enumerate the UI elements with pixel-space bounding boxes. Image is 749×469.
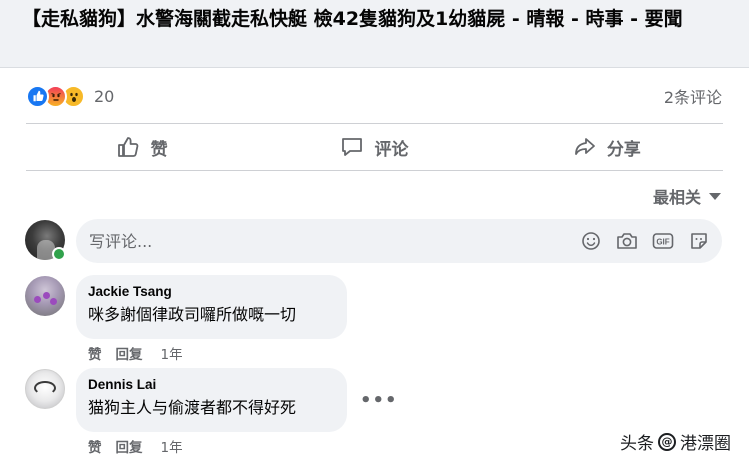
link-title[interactable]: 【走私貓狗】水警海關截走私快艇 檢42隻貓狗及1幼貓屍 - 晴報 - 時事 - … <box>22 6 727 33</box>
comment-text: 咪多謝個律政司囉所做嘅一切 <box>88 305 297 324</box>
online-status-indicator <box>52 247 66 261</box>
comment-composer[interactable]: GIF <box>76 219 722 263</box>
comment-timestamp[interactable]: 1年 <box>161 343 183 363</box>
share-button-label: 分享 <box>606 139 641 160</box>
comment-text: 猫狗主人与偷渡者都不得好死 <box>88 398 297 417</box>
comment-input[interactable] <box>89 231 580 251</box>
comment-reply-button[interactable]: 回复 <box>116 436 143 456</box>
composer-toolbar: GIF <box>580 230 710 252</box>
like-button-label: 赞 <box>150 139 168 160</box>
link-preview-card[interactable]: 【走私貓狗】水警海關截走私快艇 檢42隻貓狗及1幼貓屍 - 晴報 - 時事 - … <box>0 0 749 68</box>
sort-label: 最相关 <box>652 188 701 207</box>
flower-decoration <box>43 292 50 299</box>
gif-icon[interactable]: GIF <box>652 230 674 252</box>
commenter-avatar[interactable] <box>25 276 65 316</box>
watermark-handle: 港漂圈 <box>680 434 731 454</box>
comment-meta: 赞 回复 1年 <box>88 436 183 456</box>
comment-author[interactable]: Dennis Lai <box>88 376 335 394</box>
commenter-avatar[interactable] <box>25 369 65 409</box>
reaction-summary[interactable]: 20 <box>26 82 114 110</box>
share-arrow-icon <box>574 138 595 155</box>
source-watermark: 头条 @ 港漂圈 <box>620 429 731 454</box>
comment-like-button[interactable]: 赞 <box>88 436 102 456</box>
emoji-icon[interactable] <box>580 230 602 252</box>
comment-like-button[interactable]: 赞 <box>88 343 102 363</box>
share-button[interactable]: 分享 <box>491 124 723 170</box>
caret-down-icon <box>709 192 721 200</box>
post-action-bar: 赞 评论 分享 <box>26 124 723 170</box>
comment-author[interactable]: Jackie Tsang <box>88 283 335 301</box>
sticker-icon[interactable] <box>688 230 710 252</box>
comment-count-link[interactable]: 2条评论 <box>664 84 722 108</box>
at-icon: @ <box>658 432 676 451</box>
comment-meta: 赞 回复 1年 <box>88 343 183 363</box>
thumbs-up-icon <box>117 137 138 157</box>
reaction-count[interactable]: 20 <box>94 87 114 106</box>
like-reaction-icon <box>26 84 49 108</box>
more-options-icon[interactable]: ••• <box>360 390 398 411</box>
comment-bubble: Dennis Lai 猫狗主人与偷渡者都不得好死 <box>76 368 347 432</box>
comment-bubble: Jackie Tsang 咪多謝個律政司囉所做嘅一切 <box>76 275 347 339</box>
comment-reply-button[interactable]: 回复 <box>116 343 143 363</box>
flower-decoration <box>34 296 41 303</box>
comment-sort-dropdown[interactable]: 最相关 <box>653 184 721 208</box>
divider <box>26 170 723 171</box>
watermark-prefix: 头条 <box>620 434 654 454</box>
flower-decoration <box>50 298 57 305</box>
camera-icon[interactable] <box>616 230 638 252</box>
comment-button-label: 评论 <box>374 139 409 160</box>
svg-text:GIF: GIF <box>656 238 669 247</box>
comment-timestamp[interactable]: 1年 <box>161 436 183 456</box>
like-button[interactable]: 赞 <box>26 124 258 170</box>
comment-button[interactable]: 评论 <box>258 124 490 170</box>
avatar-mark <box>34 381 56 395</box>
comment-bubble-icon <box>342 138 363 156</box>
